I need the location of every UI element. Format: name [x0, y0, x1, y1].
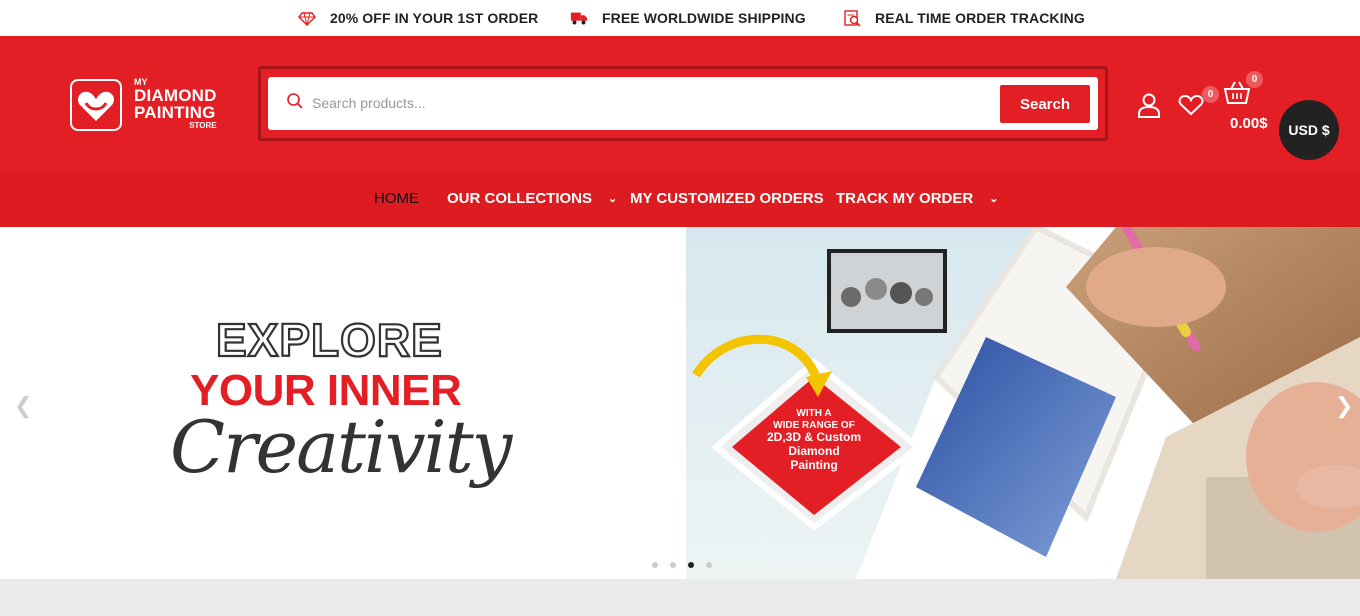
- site-header: MY DIAMOND PAINTING STORE Search 0 0: [0, 36, 1360, 227]
- main-nav: HOME OUR COLLECTIONS ⌄ MY CUSTOMIZED ORD…: [0, 173, 1360, 227]
- nav-item-customized-orders[interactable]: MY CUSTOMIZED ORDERS: [630, 190, 824, 207]
- slider-dot[interactable]: [706, 562, 712, 568]
- hero-headline-explore: EXPLORE: [215, 313, 443, 367]
- slider-next-arrow-icon[interactable]: ❯: [1335, 393, 1353, 419]
- nav-item-track-order[interactable]: TRACK MY ORDER ⌄: [836, 190, 998, 207]
- slider-dot-active[interactable]: [688, 562, 694, 568]
- promo-item: 20% OFF IN YOUR 1ST ORDER: [298, 9, 538, 27]
- logo-line1: DIAMOND: [134, 86, 217, 105]
- nav-item-label: MY CUSTOMIZED ORDERS: [630, 190, 824, 207]
- cart-count-badge: 0: [1246, 71, 1263, 88]
- hero-badge-line: 2D,3D & Custom: [766, 430, 861, 444]
- diamond-icon: [298, 12, 316, 26]
- slider-dot[interactable]: [652, 562, 658, 568]
- wishlist-count-badge: 0: [1202, 86, 1219, 103]
- slider-dots: [652, 562, 712, 568]
- hero-badge-line: Painting: [790, 457, 838, 472]
- nav-item-home[interactable]: HOME: [374, 190, 419, 207]
- hero-slider: EXPLORE YOUR INNER Creativity WITH A WID…: [0, 227, 1360, 579]
- search-icon: [287, 93, 303, 109]
- hero-badge-text: WITH A WIDE RANGE OF 2D,3D & Custom Diam…: [752, 408, 876, 472]
- logo-wordmark[interactable]: MY DIAMOND PAINTING STORE: [134, 78, 217, 130]
- logo-line2: PAINTING: [134, 103, 216, 122]
- wishlist-heart-icon[interactable]: [1178, 94, 1204, 116]
- hero-badge-line: WITH A: [796, 408, 832, 419]
- nav-item-label: TRACK MY ORDER: [836, 190, 974, 207]
- nav-item-label: OUR COLLECTIONS: [447, 190, 592, 207]
- currency-switcher[interactable]: USD $: [1279, 100, 1339, 160]
- hero-headline-creativity: Creativity: [170, 405, 512, 489]
- cart-total[interactable]: 0.00$: [1230, 115, 1268, 132]
- promo-text: REAL TIME ORDER TRACKING: [875, 10, 1085, 26]
- user-icon[interactable]: [1137, 92, 1161, 118]
- truck-icon: [570, 12, 588, 25]
- page-section-below: [0, 579, 1360, 616]
- tracking-icon: [844, 10, 861, 27]
- slider-dot[interactable]: [670, 562, 676, 568]
- header-main: MY DIAMOND PAINTING STORE Search 0 0: [0, 36, 1360, 173]
- promo-item: REAL TIME ORDER TRACKING: [843, 9, 1085, 27]
- search-button[interactable]: Search: [1000, 85, 1090, 123]
- heart-diamond-icon: [77, 91, 115, 121]
- chevron-down-icon: ⌄: [989, 193, 999, 205]
- chevron-down-icon: ⌄: [608, 193, 618, 205]
- logo-store: STORE: [189, 121, 217, 130]
- search-input[interactable]: [312, 90, 972, 116]
- promo-bar: 20% OFF IN YOUR 1ST ORDER FREE WORLDWIDE…: [0, 0, 1360, 36]
- hero-collage-image: [686, 227, 1360, 579]
- logo-heart-icon[interactable]: [70, 79, 122, 131]
- promo-item: FREE WORLDWIDE SHIPPING: [570, 9, 806, 27]
- nav-item-collections[interactable]: OUR COLLECTIONS ⌄: [447, 190, 617, 207]
- promo-text: FREE WORLDWIDE SHIPPING: [602, 10, 806, 26]
- hero-badge-line: Diamond: [788, 443, 840, 458]
- slider-prev-arrow-icon[interactable]: ❮: [14, 393, 32, 419]
- promo-text: 20% OFF IN YOUR 1ST ORDER: [330, 10, 539, 26]
- nav-item-label: HOME: [374, 190, 419, 207]
